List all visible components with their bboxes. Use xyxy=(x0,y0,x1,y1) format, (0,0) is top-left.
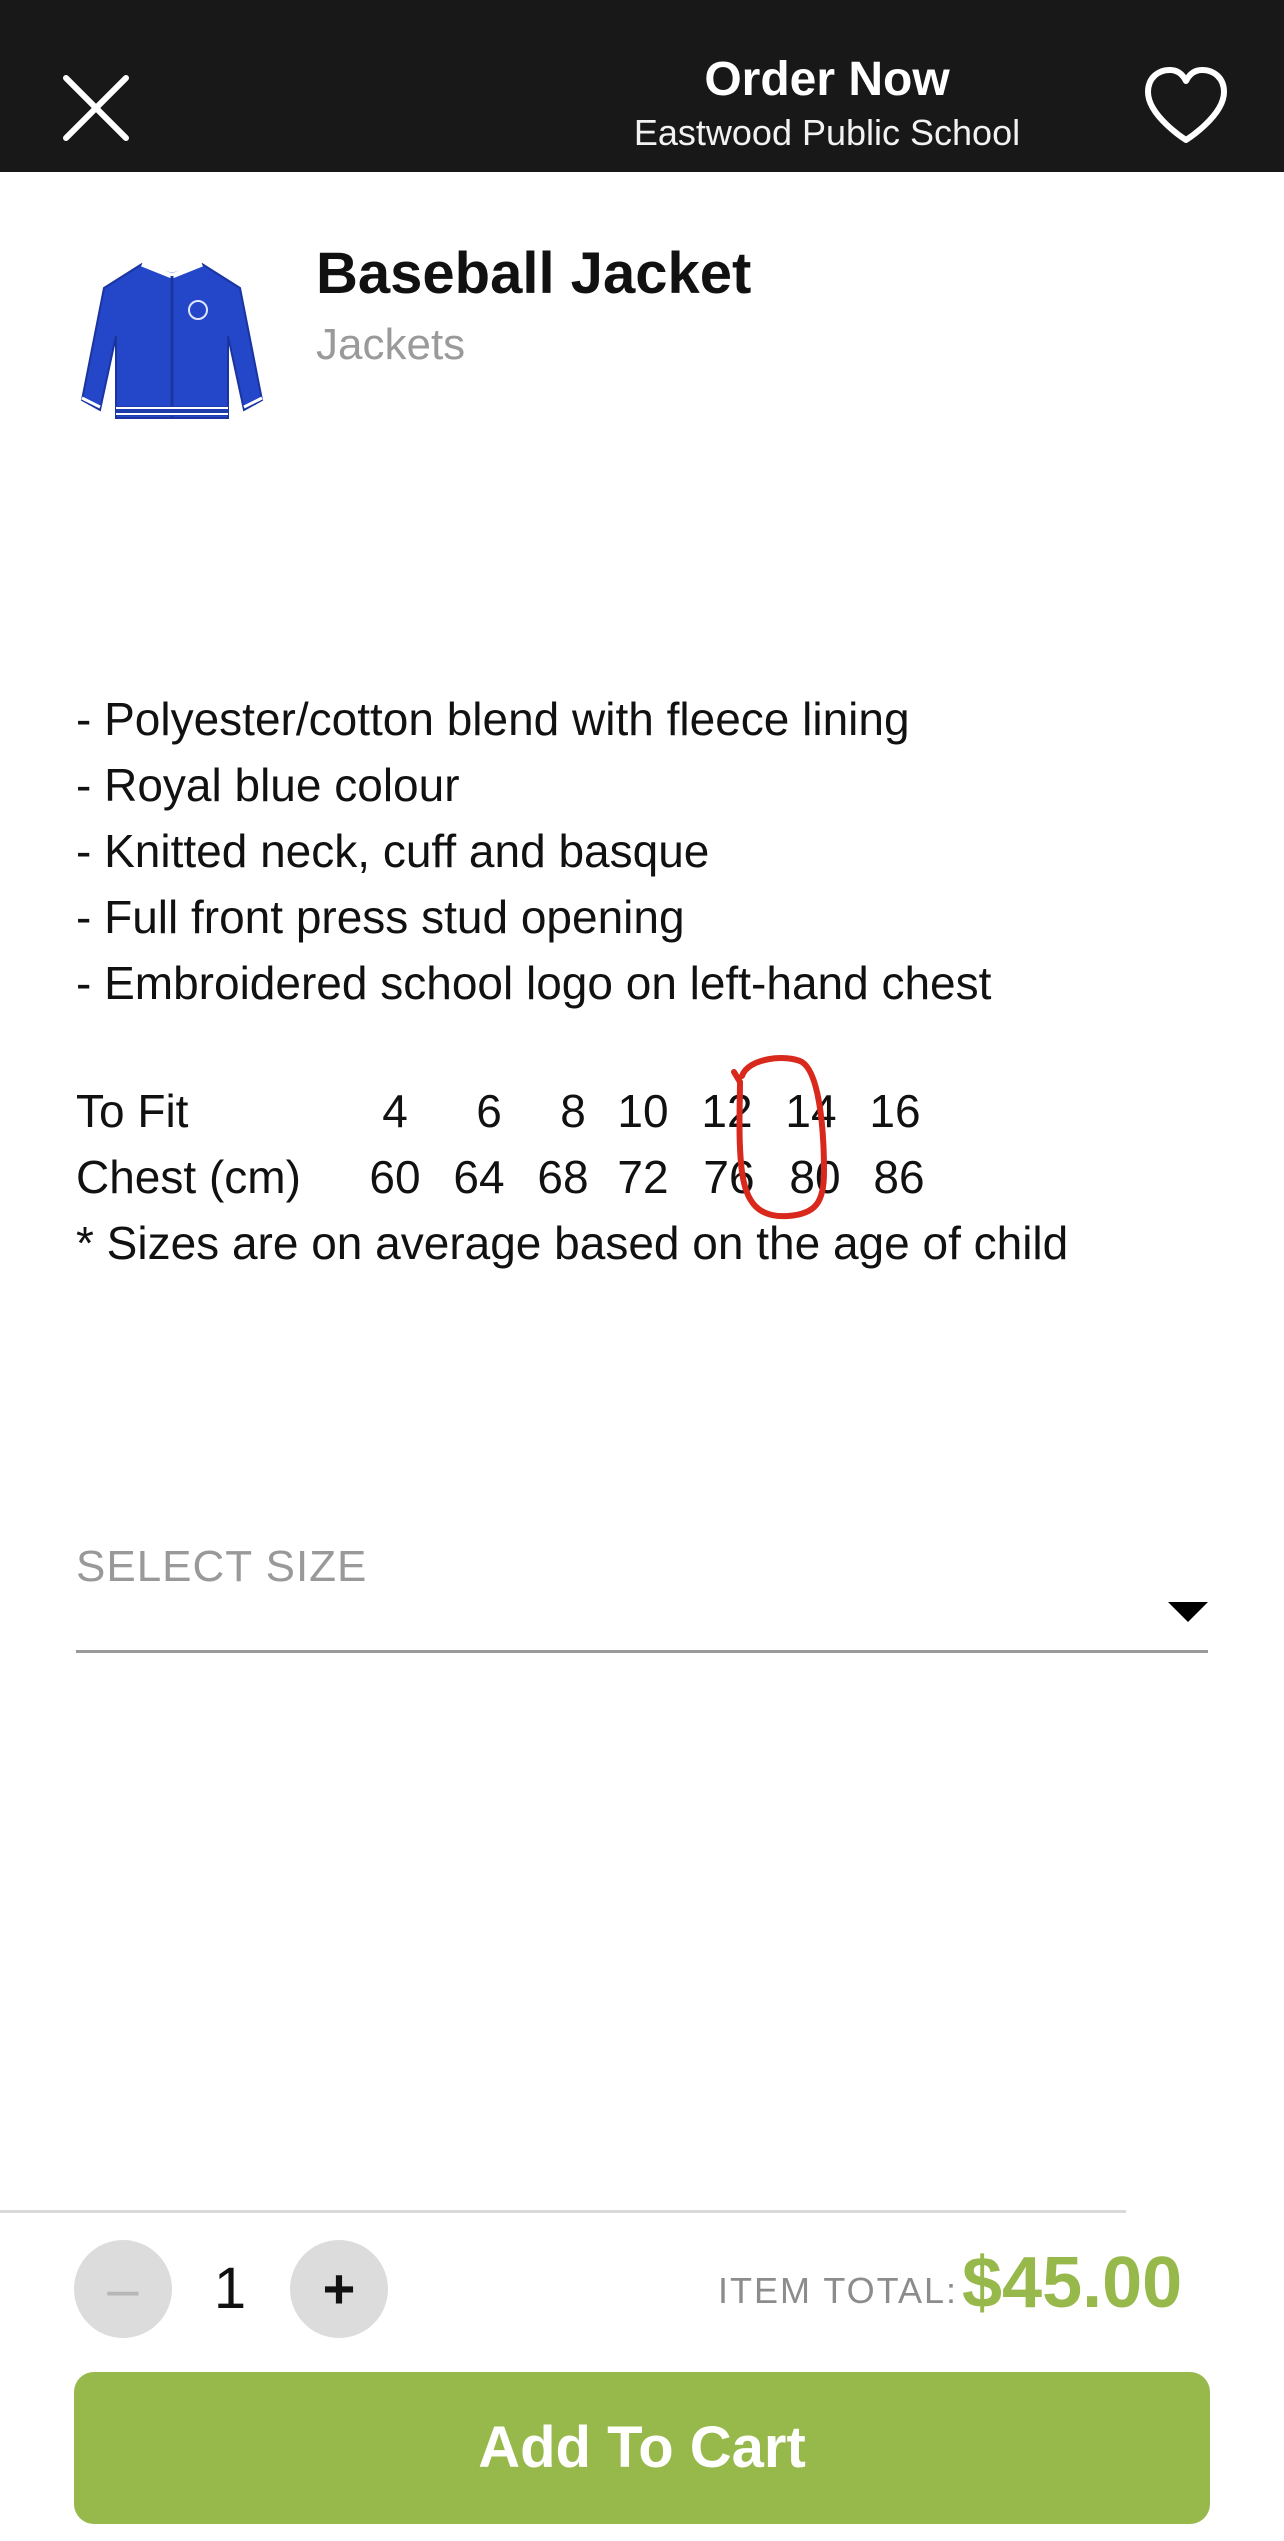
item-total-value: $45.00 xyxy=(962,2243,1183,2323)
description-line: - Knitted neck, cuff and basque xyxy=(76,825,710,877)
chest-cell: 60 xyxy=(369,1151,421,1203)
size-row-label: To Fit xyxy=(76,1085,189,1137)
description-line: - Embroidered school logo on left-hand c… xyxy=(76,957,992,1009)
quantity-value: 1 xyxy=(213,2256,247,2321)
size-cell: 8 xyxy=(560,1085,586,1137)
jacket-image xyxy=(72,250,272,430)
size-note: * Sizes are on average based on the age … xyxy=(76,1217,1069,1269)
product-category: Jackets xyxy=(316,320,466,369)
chest-cell: 86 xyxy=(873,1151,925,1203)
quantity-increase-button[interactable]: + xyxy=(290,2240,388,2338)
chest-cell: 72 xyxy=(617,1151,669,1203)
page-title: Order Now xyxy=(704,53,950,106)
size-cell: 6 xyxy=(476,1085,502,1137)
product-description: - Polyester/cotton blend with fleece lin… xyxy=(76,686,991,1016)
app-header: Order Now Eastwood Public School xyxy=(0,0,1284,172)
item-total-label: ITEM TOTAL: xyxy=(718,2270,959,2311)
footer-divider xyxy=(0,2210,1126,2213)
size-cell: 4 xyxy=(382,1085,408,1137)
description-line: - Polyester/cotton blend with fleece lin… xyxy=(76,693,910,745)
chevron-down-icon xyxy=(1168,1602,1208,1622)
size-row-label: Chest (cm) xyxy=(76,1151,301,1203)
size-cell: 16 xyxy=(869,1085,921,1137)
product-name: Baseball Jacket xyxy=(316,241,752,306)
size-select[interactable]: SELECT SIZE xyxy=(76,1530,1208,1653)
description-line: - Full front press stud opening xyxy=(76,891,685,943)
description-line: - Royal blue colour xyxy=(76,759,460,811)
chest-cell: 68 xyxy=(537,1151,589,1203)
size-select-placeholder: SELECT SIZE xyxy=(76,1542,368,1591)
chest-cell: 64 xyxy=(453,1151,505,1203)
size-cell: 10 xyxy=(617,1085,669,1137)
add-to-cart-button[interactable]: Add To Cart xyxy=(74,2372,1210,2524)
heart-icon[interactable] xyxy=(1142,66,1230,146)
size-highlight-circle xyxy=(731,1055,828,1220)
school-name: Eastwood Public School xyxy=(633,112,1021,153)
quantity-decrease-button[interactable]: – xyxy=(74,2240,172,2338)
